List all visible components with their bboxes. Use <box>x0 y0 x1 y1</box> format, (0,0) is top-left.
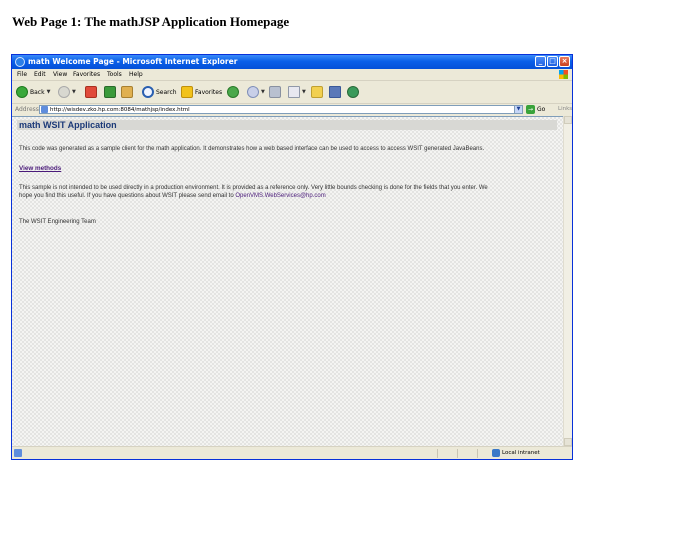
address-label: Address <box>15 106 39 113</box>
status-divider <box>457 449 458 458</box>
menu-help[interactable]: Help <box>129 70 143 79</box>
refresh-icon <box>104 86 116 98</box>
folder-icon <box>311 86 323 98</box>
scroll-up-button[interactable] <box>564 116 572 124</box>
edit-icon <box>288 86 300 98</box>
research-icon <box>329 86 341 98</box>
go-arrow-icon: → <box>526 105 535 114</box>
forward-button[interactable]: ▼ <box>58 85 76 99</box>
chevron-down-icon: ▼ <box>302 89 306 95</box>
chevron-down-icon: ▼ <box>261 89 265 95</box>
window-title: math Welcome Page - Microsoft Internet E… <box>28 57 238 66</box>
address-input[interactable]: http://wisdev.zko.hp.com:8084/mathjsp/in… <box>39 105 523 114</box>
toolbar: Back ▼ ▼ Search Favorites ▼ ▼ <box>12 81 572 104</box>
back-arrow-icon <box>16 86 28 98</box>
search-button[interactable]: Search <box>142 85 177 99</box>
favorites-button[interactable]: Favorites <box>181 85 222 99</box>
vertical-scrollbar[interactable] <box>563 116 572 446</box>
signature-text: The WSIT Engineering Team <box>19 219 96 225</box>
address-url: http://wisdev.zko.hp.com:8084/mathjsp/in… <box>50 107 190 113</box>
page-content: math WSIT Application This code was gene… <box>12 116 563 446</box>
page-icon <box>41 106 48 113</box>
printer-icon <box>269 86 281 98</box>
close-button[interactable]: × <box>559 56 570 67</box>
menu-bar: File Edit View Favorites Tools Help <box>12 69 572 81</box>
history-button[interactable] <box>227 85 239 99</box>
back-label: Back <box>30 88 45 96</box>
status-bar: Local intranet <box>12 446 572 459</box>
mail-icon <box>247 86 259 98</box>
links-button[interactable]: Links <box>558 105 572 114</box>
security-zone: Local intranet <box>502 450 540 456</box>
back-button[interactable]: Back ▼ <box>16 85 50 99</box>
home-icon <box>121 86 133 98</box>
forward-arrow-icon <box>58 86 70 98</box>
research-button[interactable] <box>329 85 341 99</box>
status-divider <box>437 449 438 458</box>
title-bar[interactable]: math Welcome Page - Microsoft Internet E… <box>12 55 572 69</box>
stop-icon <box>85 86 97 98</box>
status-divider <box>477 449 478 458</box>
page-heading: math WSIT Application <box>19 120 117 130</box>
mail-button[interactable]: ▼ <box>247 85 265 99</box>
page-done-icon <box>14 449 22 457</box>
edit-button[interactable]: ▼ <box>288 85 306 99</box>
menu-file[interactable]: File <box>17 70 27 79</box>
history-icon <box>227 86 239 98</box>
go-label: Go <box>537 106 546 113</box>
email-link[interactable]: OpenVMS.WebServices@hp.com <box>235 193 325 199</box>
messenger-button[interactable] <box>347 85 359 99</box>
home-button[interactable] <box>121 85 133 99</box>
messenger-icon <box>347 86 359 98</box>
browser-window: math Welcome Page - Microsoft Internet E… <box>11 54 573 460</box>
view-methods-link[interactable]: View methods <box>19 165 61 173</box>
menu-favorites[interactable]: Favorites <box>73 70 100 79</box>
menu-view[interactable]: View <box>53 70 67 79</box>
chevron-down-icon: ▼ <box>72 89 76 95</box>
page-heading-bar: math WSIT Application <box>17 120 557 130</box>
intranet-zone-icon <box>492 449 500 457</box>
favorites-label: Favorites <box>195 88 223 96</box>
stop-button[interactable] <box>85 85 97 99</box>
print-button[interactable] <box>269 85 281 99</box>
star-icon <box>181 86 193 98</box>
disclaimer-text: hope you find this useful. If you have q… <box>19 193 234 199</box>
go-button[interactable]: → Go <box>526 105 545 114</box>
document-caption: Web Page 1: The mathJSP Application Home… <box>12 14 290 29</box>
windows-logo-icon <box>559 70 568 79</box>
disclaimer-text-line-1: This sample is not intended to be used d… <box>19 185 488 191</box>
intro-text: This code was generated as a sample clie… <box>19 146 485 152</box>
scroll-down-button[interactable] <box>564 438 572 446</box>
menu-tools[interactable]: Tools <box>107 70 122 79</box>
ie-logo-icon <box>15 57 25 67</box>
menu-edit[interactable]: Edit <box>34 70 46 79</box>
chevron-down-icon: ▼ <box>46 89 51 95</box>
address-bar: Address http://wisdev.zko.hp.com:8084/ma… <box>12 104 572 115</box>
maximize-button[interactable]: □ <box>547 56 558 67</box>
disclaimer-text-line-2: hope you find this useful. If you have q… <box>19 192 326 200</box>
minimize-button[interactable]: _ <box>535 56 546 67</box>
address-dropdown-button[interactable]: ▼ <box>514 105 523 114</box>
search-icon <box>142 86 154 98</box>
search-label: Search <box>156 88 177 96</box>
refresh-button[interactable] <box>104 85 116 99</box>
discuss-button[interactable] <box>311 85 323 99</box>
